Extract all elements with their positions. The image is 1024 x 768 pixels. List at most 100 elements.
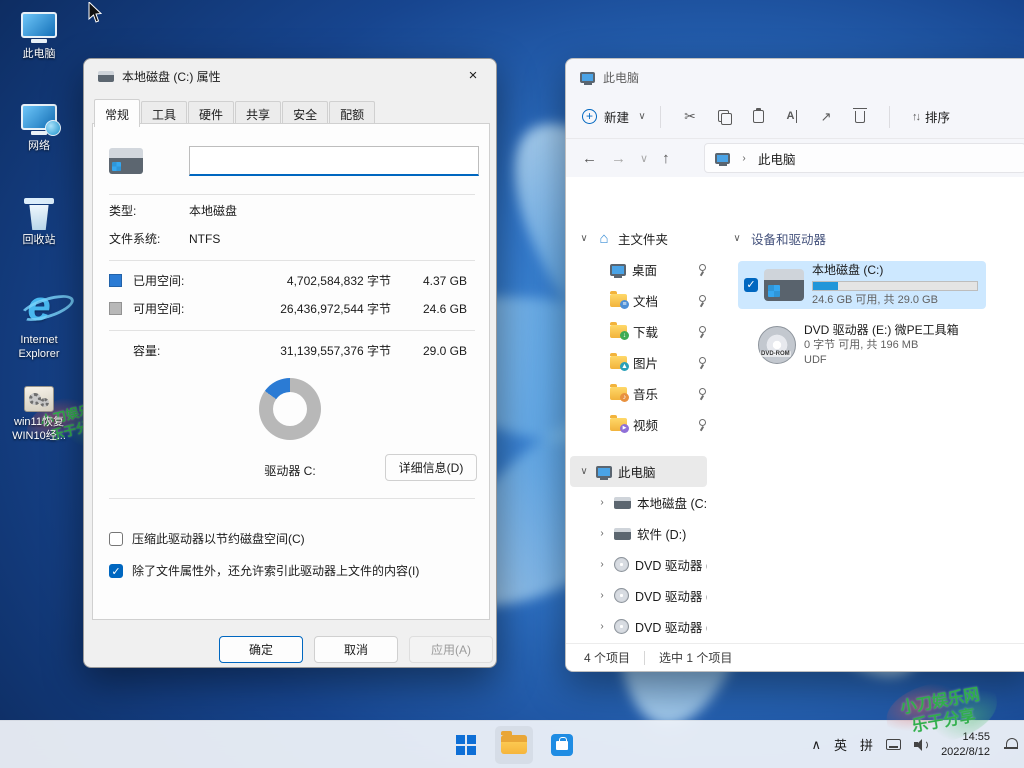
toolbar-divider xyxy=(889,106,890,128)
new-button[interactable]: + 新建 ∨ xyxy=(582,107,648,126)
ime-english-indicator[interactable]: 英 xyxy=(834,735,847,754)
sidebar-item-videos[interactable]: ▶ 视频 xyxy=(570,409,707,440)
scissors-icon: ✂ xyxy=(684,108,696,125)
pin-icon xyxy=(696,419,707,431)
used-space-bytes: 4,702,584,832 字节 xyxy=(205,272,391,289)
chevron-down-icon[interactable]: ∨ xyxy=(578,233,590,244)
drive-tile-dvd-e[interactable]: DVD-ROM DVD 驱动器 (E:) 微PE工具箱 0 字节 可用, 共 1… xyxy=(738,317,986,373)
sort-button[interactable]: ↑↓ 排序 xyxy=(912,107,950,126)
chevron-right-icon[interactable]: › xyxy=(596,621,608,632)
recent-locations-button[interactable]: ∨ xyxy=(640,152,648,165)
home-icon: ⌂ xyxy=(596,230,612,247)
this-pc-icon xyxy=(596,466,612,478)
cut-button[interactable]: ✂ xyxy=(673,105,707,129)
paste-button[interactable] xyxy=(741,105,775,129)
sidebar-item-this-pc[interactable]: ∨ 此电脑 xyxy=(570,456,707,487)
sort-icon: ↑↓ xyxy=(912,111,919,123)
sidebar-item-desktop[interactable]: 桌面 xyxy=(570,254,707,285)
explorer-title-bar[interactable]: 此电脑 xyxy=(566,59,1024,95)
tray-date: 2022/8/12 xyxy=(941,745,990,760)
pin-icon xyxy=(696,326,707,338)
copy-button[interactable] xyxy=(707,105,741,129)
sidebar-item-pictures[interactable]: ▲ 图片 xyxy=(570,347,707,378)
delete-button[interactable] xyxy=(843,105,877,129)
separator xyxy=(109,194,475,195)
desktop-icon-internet-explorer[interactable]: e Internet Explorer xyxy=(2,286,76,362)
sidebar-item-home[interactable]: ∨ ⌂ 主文件夹 xyxy=(570,223,707,254)
separator xyxy=(109,260,475,261)
file-explorer-taskbar-button[interactable] xyxy=(495,726,533,764)
group-header-devices-and-drives[interactable]: ∨ 设备和驱动器 xyxy=(731,229,826,248)
ime-pinyin-indicator[interactable]: 拼 xyxy=(860,735,873,754)
chevron-right-icon[interactable]: › xyxy=(596,590,608,601)
pin-icon xyxy=(696,357,707,369)
sidebar-item-drive-d[interactable]: › 软件 (D:) xyxy=(570,518,707,549)
chevron-right-icon[interactable]: › xyxy=(596,497,608,508)
this-pc-icon xyxy=(715,153,730,164)
free-space-row: 可用空间: 26,436,972,544 字节 24.6 GB xyxy=(109,300,467,317)
pin-icon xyxy=(696,295,707,307)
store-taskbar-button[interactable] xyxy=(543,726,581,764)
sidebar-item-music[interactable]: ♪ 音乐 xyxy=(570,378,707,409)
item-count: 4 个项目 xyxy=(584,649,630,666)
desktop-icon-win11-restore[interactable]: win11恢复WIN10经... xyxy=(2,386,76,444)
cancel-button[interactable]: 取消 xyxy=(314,636,398,663)
globe-icon xyxy=(45,120,61,136)
sidebar-item-dvd-e[interactable]: › DVD 驱动器 (E:) xyxy=(570,549,707,580)
filesystem-label: 文件系统: xyxy=(109,230,189,247)
share-button[interactable]: ↗ xyxy=(809,105,843,129)
chevron-right-icon[interactable]: › xyxy=(596,559,608,570)
breadcrumb-this-pc[interactable]: 此电脑 xyxy=(758,149,796,168)
notification-bell-icon[interactable] xyxy=(1005,738,1018,751)
hidden-icons-chevron[interactable]: ∧ xyxy=(812,737,822,753)
pin-icon xyxy=(696,388,707,400)
back-button[interactable]: ← xyxy=(582,150,597,167)
used-space-row: 已用空间: 4,702,584,832 字节 4.37 GB xyxy=(109,272,467,289)
sidebar-item-dvd-g[interactable]: › DVD 驱动器 (G:) xyxy=(570,611,707,642)
store-icon xyxy=(551,734,573,756)
ok-button[interactable]: 确定 xyxy=(219,636,303,663)
desktop-icon-this-pc[interactable]: 此电脑 xyxy=(2,12,76,62)
forward-button[interactable]: → xyxy=(611,150,626,167)
close-icon[interactable]: × xyxy=(450,59,496,91)
drive-filesystem: UDF xyxy=(804,353,959,368)
details-button[interactable]: 详细信息(D) xyxy=(385,454,477,481)
dialog-title-bar[interactable]: 本地磁盘 (C:) 属性 xyxy=(84,59,496,93)
touch-keyboard-icon[interactable] xyxy=(886,739,901,750)
chevron-down-icon[interactable]: ∨ xyxy=(578,466,590,477)
disk-properties-dialog: 本地磁盘 (C:) 属性 × 常规 工具 硬件 共享 安全 配额 类型: 本地磁… xyxy=(83,58,497,668)
selection-checkbox[interactable]: ✓ xyxy=(744,278,758,292)
free-space-label: 可用空间: xyxy=(133,300,205,317)
videos-folder-icon: ▶ xyxy=(610,418,627,431)
apply-button[interactable]: 应用(A) xyxy=(409,636,493,663)
sidebar-item-local-disk-c[interactable]: › 本地磁盘 (C:) xyxy=(570,487,707,518)
trash-icon xyxy=(855,111,865,123)
documents-folder-icon: ≡ xyxy=(610,294,627,307)
drive-tile-local-disk-c[interactable]: ✓ 本地磁盘 (C:) 24.6 GB 可用, 共 29.0 GB xyxy=(738,261,986,309)
this-pc-icon xyxy=(580,72,595,83)
index-checkbox-row[interactable]: ✓ 除了文件属性外，还允许索引此驱动器上文件的内容(I) xyxy=(109,562,419,579)
desktop-icon-recycle-bin[interactable]: 回收站 xyxy=(2,198,76,248)
address-bar[interactable]: › 此电脑 xyxy=(704,143,1024,173)
taskbar: ∧ 英 拼 14:55 2022/8/12 xyxy=(0,720,1024,768)
index-checkbox[interactable]: ✓ xyxy=(109,564,123,578)
capacity-bar xyxy=(812,281,978,291)
ie-icon: e xyxy=(27,286,50,330)
desktop-icon-network[interactable]: 网络 xyxy=(2,104,76,154)
compress-checkbox[interactable] xyxy=(109,532,123,546)
sidebar-item-dvd-f[interactable]: › DVD 驱动器 (F:) xyxy=(570,580,707,611)
chevron-right-icon[interactable]: › xyxy=(596,528,608,539)
sidebar-item-documents[interactable]: ≡ 文档 xyxy=(570,285,707,316)
sidebar-item-downloads[interactable]: ↓ 下载 xyxy=(570,316,707,347)
rename-button[interactable]: A xyxy=(775,105,809,129)
compress-checkbox-row[interactable]: 压缩此驱动器以节约磁盘空间(C) xyxy=(109,530,305,547)
capacity-size: 29.0 GB xyxy=(391,344,467,358)
music-folder-icon: ♪ xyxy=(610,387,627,400)
start-button[interactable] xyxy=(447,726,485,764)
up-button[interactable]: ↑ xyxy=(662,150,670,167)
explorer-body: ∨ ⌂ 主文件夹 桌面 ≡ 文档 ↓ 下载 xyxy=(566,177,1024,643)
dialog-title: 本地磁盘 (C:) 属性 xyxy=(122,68,221,85)
volume-label-input[interactable] xyxy=(189,146,479,176)
setup-gears-icon xyxy=(24,386,54,412)
tab-general[interactable]: 常规 xyxy=(94,99,140,127)
